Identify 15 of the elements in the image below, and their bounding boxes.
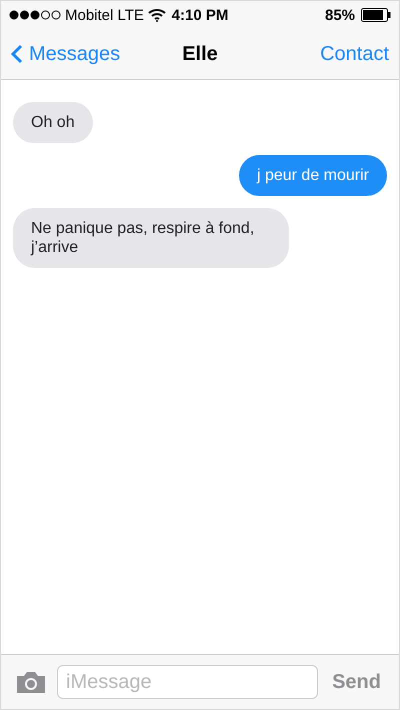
contact-name: Elle	[182, 42, 218, 66]
chevron-left-icon	[11, 44, 23, 64]
received-message: Ne panique pas, respire à fond, j’arrive	[13, 208, 289, 268]
contact-link[interactable]: Contact	[218, 42, 390, 66]
back-button[interactable]: Messages	[11, 42, 182, 66]
battery-percent: 85%	[324, 6, 356, 24]
sent-message: j peur de mourir	[238, 155, 387, 196]
battery-icon	[361, 8, 392, 22]
carrier-name: Mobitel LTE	[65, 6, 144, 24]
wifi-icon	[148, 8, 166, 22]
camera-icon[interactable]	[15, 670, 47, 694]
signal-icon	[9, 10, 61, 20]
message-field[interactable]: iMessage	[57, 665, 318, 699]
clock-time: 4:10 PM	[172, 6, 228, 24]
received-message: Oh oh	[13, 102, 93, 143]
